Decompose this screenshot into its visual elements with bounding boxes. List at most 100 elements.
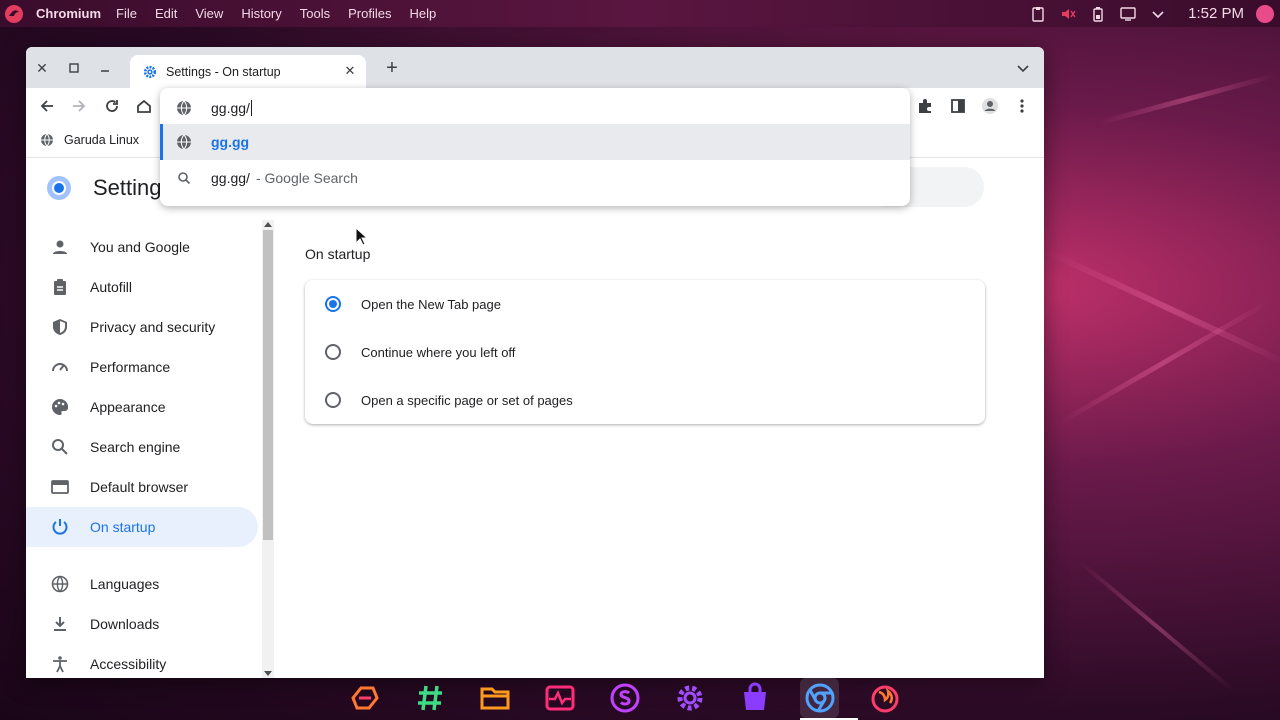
dock-activity[interactable] (540, 678, 579, 718)
browser-icon (51, 480, 69, 494)
startup-option-continue[interactable]: Continue where you left off (305, 328, 985, 376)
menu-help[interactable]: Help (409, 6, 436, 21)
omnibox-suggestion-url[interactable]: gg.gg (160, 124, 910, 160)
sidebar-item-label: Downloads (90, 616, 160, 632)
sidebar-item-accessibility[interactable]: Accessibility (26, 644, 258, 678)
dock-hashtag[interactable] (410, 678, 449, 718)
startup-options-card: Open the New Tab page Continue where you… (305, 280, 985, 424)
suggestion-description: - Google Search (255, 170, 358, 186)
clock[interactable]: 1:52 PM (1188, 5, 1244, 22)
settings-gear-icon (143, 65, 157, 78)
sidebar-item-you-and-google[interactable]: You and Google (26, 227, 258, 267)
scroll-up-arrow-icon[interactable] (264, 222, 272, 227)
startup-option-new-tab[interactable]: Open the New Tab page (305, 280, 985, 328)
top-panel: Chromium File Edit View History Tools Pr… (0, 0, 1280, 27)
sidebar-item-downloads[interactable]: Downloads (26, 604, 258, 644)
garuda-logo-icon[interactable] (4, 4, 24, 24)
battery-icon[interactable] (1090, 6, 1106, 22)
more-menu-icon[interactable] (1013, 97, 1031, 115)
sidebar-item-label: Languages (90, 576, 160, 592)
dock-store[interactable] (735, 678, 774, 718)
search-icon (52, 439, 68, 455)
download-icon (54, 617, 66, 631)
wallpaper-streak (1048, 250, 1280, 366)
dock-garuda[interactable] (345, 678, 384, 718)
menu-profiles[interactable]: Profiles (348, 6, 391, 21)
shield-icon (53, 319, 67, 335)
tab-close-button[interactable]: ✕ (342, 63, 358, 79)
radio-button[interactable] (325, 344, 341, 360)
globe-icon (51, 575, 69, 593)
display-icon[interactable] (1120, 6, 1136, 22)
volume-muted-icon[interactable] (1060, 6, 1076, 22)
person-icon (53, 240, 67, 254)
clipboard-icon (54, 279, 66, 295)
new-tab-button[interactable]: + (383, 58, 401, 78)
profile-icon[interactable] (981, 97, 999, 115)
omnibox-dropdown: gg.gg/ gg.gg gg.gg/ - Google Search (160, 88, 910, 206)
omnibox-input[interactable]: gg.gg/ (160, 90, 910, 126)
tab-settings[interactable]: Settings - On startup ✕ (130, 55, 366, 88)
sidebar-scrollbar[interactable] (262, 220, 274, 678)
home-icon[interactable] (135, 97, 153, 115)
radio-button-checked[interactable] (325, 296, 341, 312)
radio-button[interactable] (325, 392, 341, 408)
mouse-cursor-icon (355, 227, 369, 246)
app-name[interactable]: Chromium (36, 6, 101, 21)
sidebar-item-on-startup[interactable]: On startup (26, 507, 258, 547)
sidebar-item-languages[interactable]: Languages (26, 564, 258, 604)
dock-files[interactable] (475, 678, 514, 718)
tab-search-chevron-icon[interactable] (1016, 62, 1030, 76)
gauge-icon (52, 363, 68, 372)
sidebar-item-privacy-and-security[interactable]: Privacy and security (26, 307, 258, 347)
startup-option-specific-pages[interactable]: Open a specific page or set of pages (305, 376, 985, 424)
sidebar-item-autofill[interactable]: Autofill (26, 267, 258, 307)
bookmark-garuda-linux[interactable]: Garuda Linux (40, 133, 139, 147)
close-window-button[interactable]: ✕ (34, 60, 50, 76)
sidebar-item-label: Default browser (90, 479, 189, 495)
sidebar-item-appearance[interactable]: Appearance (26, 387, 258, 427)
suggestion-text: gg.gg (211, 134, 250, 150)
sidebar-item-label: Autofill (90, 279, 133, 295)
clipboard-icon[interactable] (1030, 6, 1046, 22)
store-bag-icon (743, 682, 766, 710)
menu-file[interactable]: File (116, 6, 137, 21)
globe-icon (41, 133, 53, 147)
scroll-down-arrow-icon[interactable] (264, 671, 272, 676)
user-avatar[interactable] (1256, 4, 1274, 23)
dock-firedragon[interactable] (865, 678, 904, 718)
s-app-icon (610, 683, 639, 713)
side-panel-icon[interactable] (949, 97, 967, 115)
menu-tools[interactable]: Tools (300, 6, 330, 21)
back-arrow-icon[interactable] (38, 97, 56, 115)
extensions-puzzle-icon[interactable] (916, 97, 934, 115)
menu-edit[interactable]: Edit (155, 6, 177, 21)
sidebar-item-label: Search engine (90, 439, 181, 455)
option-label: Open a specific page or set of pages (361, 392, 573, 408)
sidebar-item-label: Performance (90, 359, 171, 375)
sidebar-item-search-engine[interactable]: Search engine (26, 427, 258, 467)
dock-chromium[interactable] (800, 678, 858, 720)
minimize-window-button[interactable] (97, 60, 113, 76)
menu-view[interactable]: View (195, 6, 223, 21)
dock-settings[interactable] (670, 678, 709, 718)
sidebar-item-label: Privacy and security (90, 319, 216, 335)
power-icon (52, 519, 68, 535)
omnibox-suggestion-search[interactable]: gg.gg/ - Google Search (160, 160, 910, 196)
reload-icon[interactable] (103, 97, 121, 115)
sidebar-item-default-browser[interactable]: Default browser (26, 467, 258, 507)
menu-history[interactable]: History (241, 6, 281, 21)
sidebar-item-performance[interactable]: Performance (26, 347, 258, 387)
firedragon-icon (871, 685, 898, 713)
chevron-down-icon[interactable] (1150, 6, 1166, 22)
maximize-window-button[interactable] (66, 60, 82, 76)
scrollbar-thumb[interactable] (263, 230, 273, 540)
dock-s-app[interactable] (605, 678, 644, 718)
forward-arrow-icon[interactable] (70, 97, 88, 115)
hashtag-icon (417, 685, 442, 711)
wallpaper-streak (1099, 73, 1275, 125)
section-title: On startup (305, 246, 371, 262)
maximize-icon (69, 63, 79, 73)
chromium-icon (805, 683, 834, 713)
activity-icon (545, 685, 574, 711)
